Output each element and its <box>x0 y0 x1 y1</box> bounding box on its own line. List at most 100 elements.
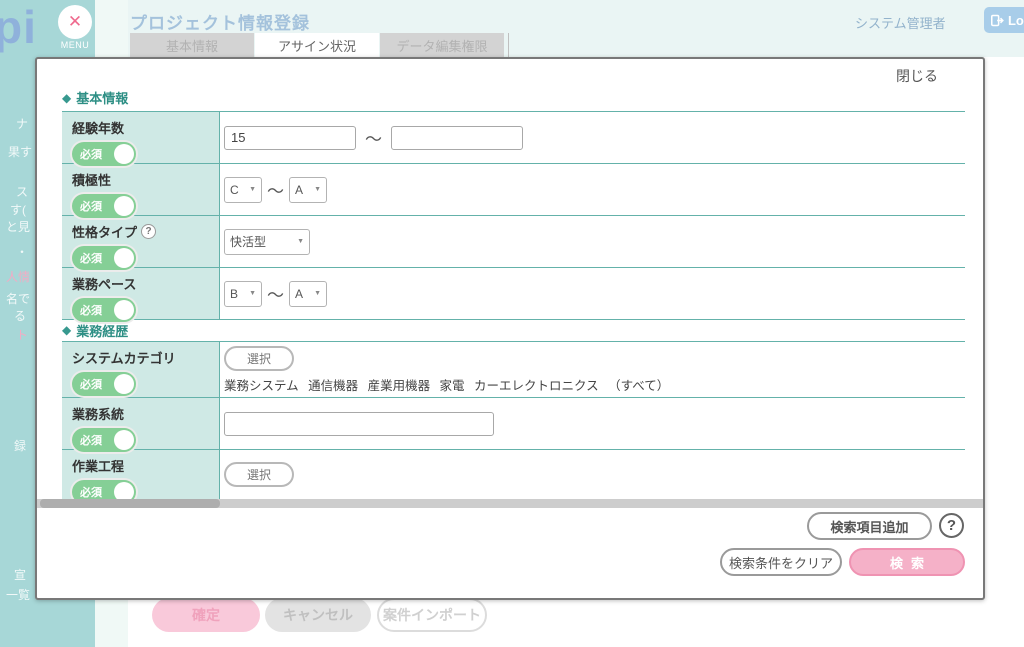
diamond-icon: ◆ <box>62 323 71 337</box>
table-row-business-line: 業務系統 必須 <box>62 398 965 450</box>
basic-info-table: 経験年数 必須 ～ 積極性 必須 <box>62 111 965 320</box>
sidebar-text-fragment: 一覧 <box>6 586 30 603</box>
sidebar-text-fragment: 果す <box>8 143 32 160</box>
cancel-button[interactable]: キャンセル <box>265 598 371 632</box>
career-table: システムカテゴリ 必須 選択 業務システム 通信機器 産業用機器 家電 カーエレ… <box>62 341 965 500</box>
business-line-input[interactable] <box>224 412 494 436</box>
work-process-select-button[interactable]: 選択 <box>224 462 294 487</box>
row-content-cell: 選択 業務システム 通信機器 産業用機器 家電 カーエレクトロニクス （すべて） <box>220 342 965 397</box>
system-category-selected-values: 業務システム 通信機器 産業用機器 家電 カーエレクトロニクス （すべて） <box>224 375 669 394</box>
row-content-cell: B ▼ ～ A ▼ <box>220 268 965 320</box>
row-label-cell: 性格タイプ ? 必須 <box>62 216 220 267</box>
system-category-select-button[interactable]: 選択 <box>224 346 294 371</box>
row-label-cell: 積極性 必須 <box>62 164 220 215</box>
table-row-proactivity: 積極性 必須 C ▼ ～ A ▼ <box>62 164 965 216</box>
close-icon: ✕ <box>68 12 82 32</box>
menu-circle: ✕ <box>58 5 92 39</box>
table-row-work-pace: 業務ペース 必須 B ▼ ～ A ▼ <box>62 268 965 320</box>
sidebar-text-fragment: ナ <box>16 115 28 132</box>
chevron-down-icon: ▼ <box>249 186 256 193</box>
chevron-down-icon: ▼ <box>314 186 321 193</box>
section-career: ◆ 業務経歴 <box>62 319 965 341</box>
chevron-down-icon: ▼ <box>314 290 321 297</box>
help-icon[interactable]: ? <box>939 513 964 538</box>
logout-label: Logout <box>1008 13 1024 28</box>
row-label-cell: 経験年数 必須 <box>62 112 220 163</box>
experience-to-input[interactable] <box>391 126 523 150</box>
work-pace-to-select[interactable]: A ▼ <box>289 281 327 307</box>
clear-search-conditions-button[interactable]: 検索条件をクリア <box>720 548 842 576</box>
toggle-knob <box>114 196 134 216</box>
required-toggle[interactable]: 必須 <box>72 142 136 166</box>
row-content-cell <box>220 398 965 449</box>
sidebar-text-fragment: 宣 <box>14 566 26 583</box>
chevron-down-icon: ▼ <box>249 290 256 297</box>
sidebar-text-fragment: 名で <box>6 290 30 307</box>
row-label: 作業工程 <box>72 456 124 475</box>
range-separator: ～ <box>267 281 284 306</box>
tab-divider <box>508 33 509 57</box>
toggle-knob <box>114 300 134 320</box>
row-label: 経験年数 <box>72 118 124 137</box>
search-condition-modal: 閉じる ◆ 基本情報 経験年数 必須 ～ 積極性 必 <box>35 57 985 600</box>
required-toggle[interactable]: 必須 <box>72 194 136 218</box>
sidebar-text-fragment: す( <box>10 201 26 218</box>
row-label-cell: システムカテゴリ 必須 <box>62 342 220 397</box>
section-career-label: 業務経歴 <box>76 321 128 340</box>
tab-data-edit-permission[interactable]: データ編集権限 <box>380 33 504 57</box>
search-button[interactable]: 検索 <box>849 548 965 576</box>
tab-bar: 基本情報 アサイン状況 データ編集権限 <box>130 33 509 57</box>
sidebar-text-fragment: ・ <box>16 243 28 260</box>
personality-select[interactable]: 快活型 ▼ <box>224 229 310 255</box>
tab-assign-status[interactable]: アサイン状況 <box>255 33 379 57</box>
row-label-cell: 業務ペース 必須 <box>62 268 220 320</box>
table-row-experience: 経験年数 必須 ～ <box>62 112 965 164</box>
required-toggle[interactable]: 必須 <box>72 372 136 396</box>
scrollbar-thumb[interactable] <box>40 499 220 508</box>
logout-button[interactable]: Logout <box>984 7 1024 33</box>
row-label-cell: 業務系統 必須 <box>62 398 220 449</box>
row-content-cell: 選択 <box>220 450 965 499</box>
app-logo: pi <box>0 0 37 54</box>
diamond-icon: ◆ <box>62 91 71 105</box>
horizontal-scrollbar[interactable] <box>37 499 983 508</box>
work-pace-from-select[interactable]: B ▼ <box>224 281 262 307</box>
add-search-item-button[interactable]: 検索項目追加 <box>807 512 932 540</box>
chevron-down-icon: ▼ <box>297 238 304 245</box>
row-label: 業務系統 <box>72 404 124 423</box>
menu-label: MENU <box>56 40 94 50</box>
proactivity-to-select[interactable]: A ▼ <box>289 177 327 203</box>
row-label: システムカテゴリ <box>72 348 176 367</box>
sidebar-text-fragment: ス <box>16 183 28 200</box>
sidebar-text-fragment: と見 <box>6 218 30 235</box>
sidebar-text-fragment: ト <box>16 326 28 343</box>
table-row-personality: 性格タイプ ? 必須 快活型 ▼ <box>62 216 965 268</box>
section-basic-label: 基本情報 <box>76 88 128 107</box>
row-label: 業務ペース <box>72 274 136 293</box>
row-label: 積極性 <box>72 170 111 189</box>
help-icon[interactable]: ? <box>141 224 156 239</box>
toggle-knob <box>114 248 134 268</box>
logout-door-icon <box>991 13 1004 28</box>
import-button[interactable]: 案件インポート <box>377 598 487 632</box>
menu-toggle-button[interactable]: ✕ MENU <box>56 5 94 50</box>
toggle-knob <box>114 374 134 394</box>
required-toggle[interactable]: 必須 <box>72 428 136 452</box>
range-separator: ～ <box>365 125 382 150</box>
tab-basic-info[interactable]: 基本情報 <box>130 33 254 57</box>
row-label: 性格タイプ <box>72 222 137 241</box>
close-modal-link[interactable]: 閉じる <box>896 66 938 86</box>
row-content-cell: C ▼ ～ A ▼ <box>220 164 965 215</box>
sidebar-text-fragment: 録 <box>14 437 26 454</box>
table-row-system-category: システムカテゴリ 必須 選択 業務システム 通信機器 産業用機器 家電 カーエレ… <box>62 342 965 398</box>
experience-from-input[interactable] <box>224 126 356 150</box>
sidebar-text-fragment: る <box>14 307 26 324</box>
table-row-work-process: 作業工程 必須 選択 <box>62 450 965 500</box>
proactivity-from-select[interactable]: C ▼ <box>224 177 262 203</box>
required-toggle[interactable]: 必須 <box>72 246 136 270</box>
section-basic-info: ◆ 基本情報 <box>62 88 128 107</box>
toggle-knob <box>114 430 134 450</box>
row-content-cell: 快活型 ▼ <box>220 216 965 267</box>
confirm-button[interactable]: 確定 <box>152 598 260 632</box>
range-separator: ～ <box>267 177 284 202</box>
